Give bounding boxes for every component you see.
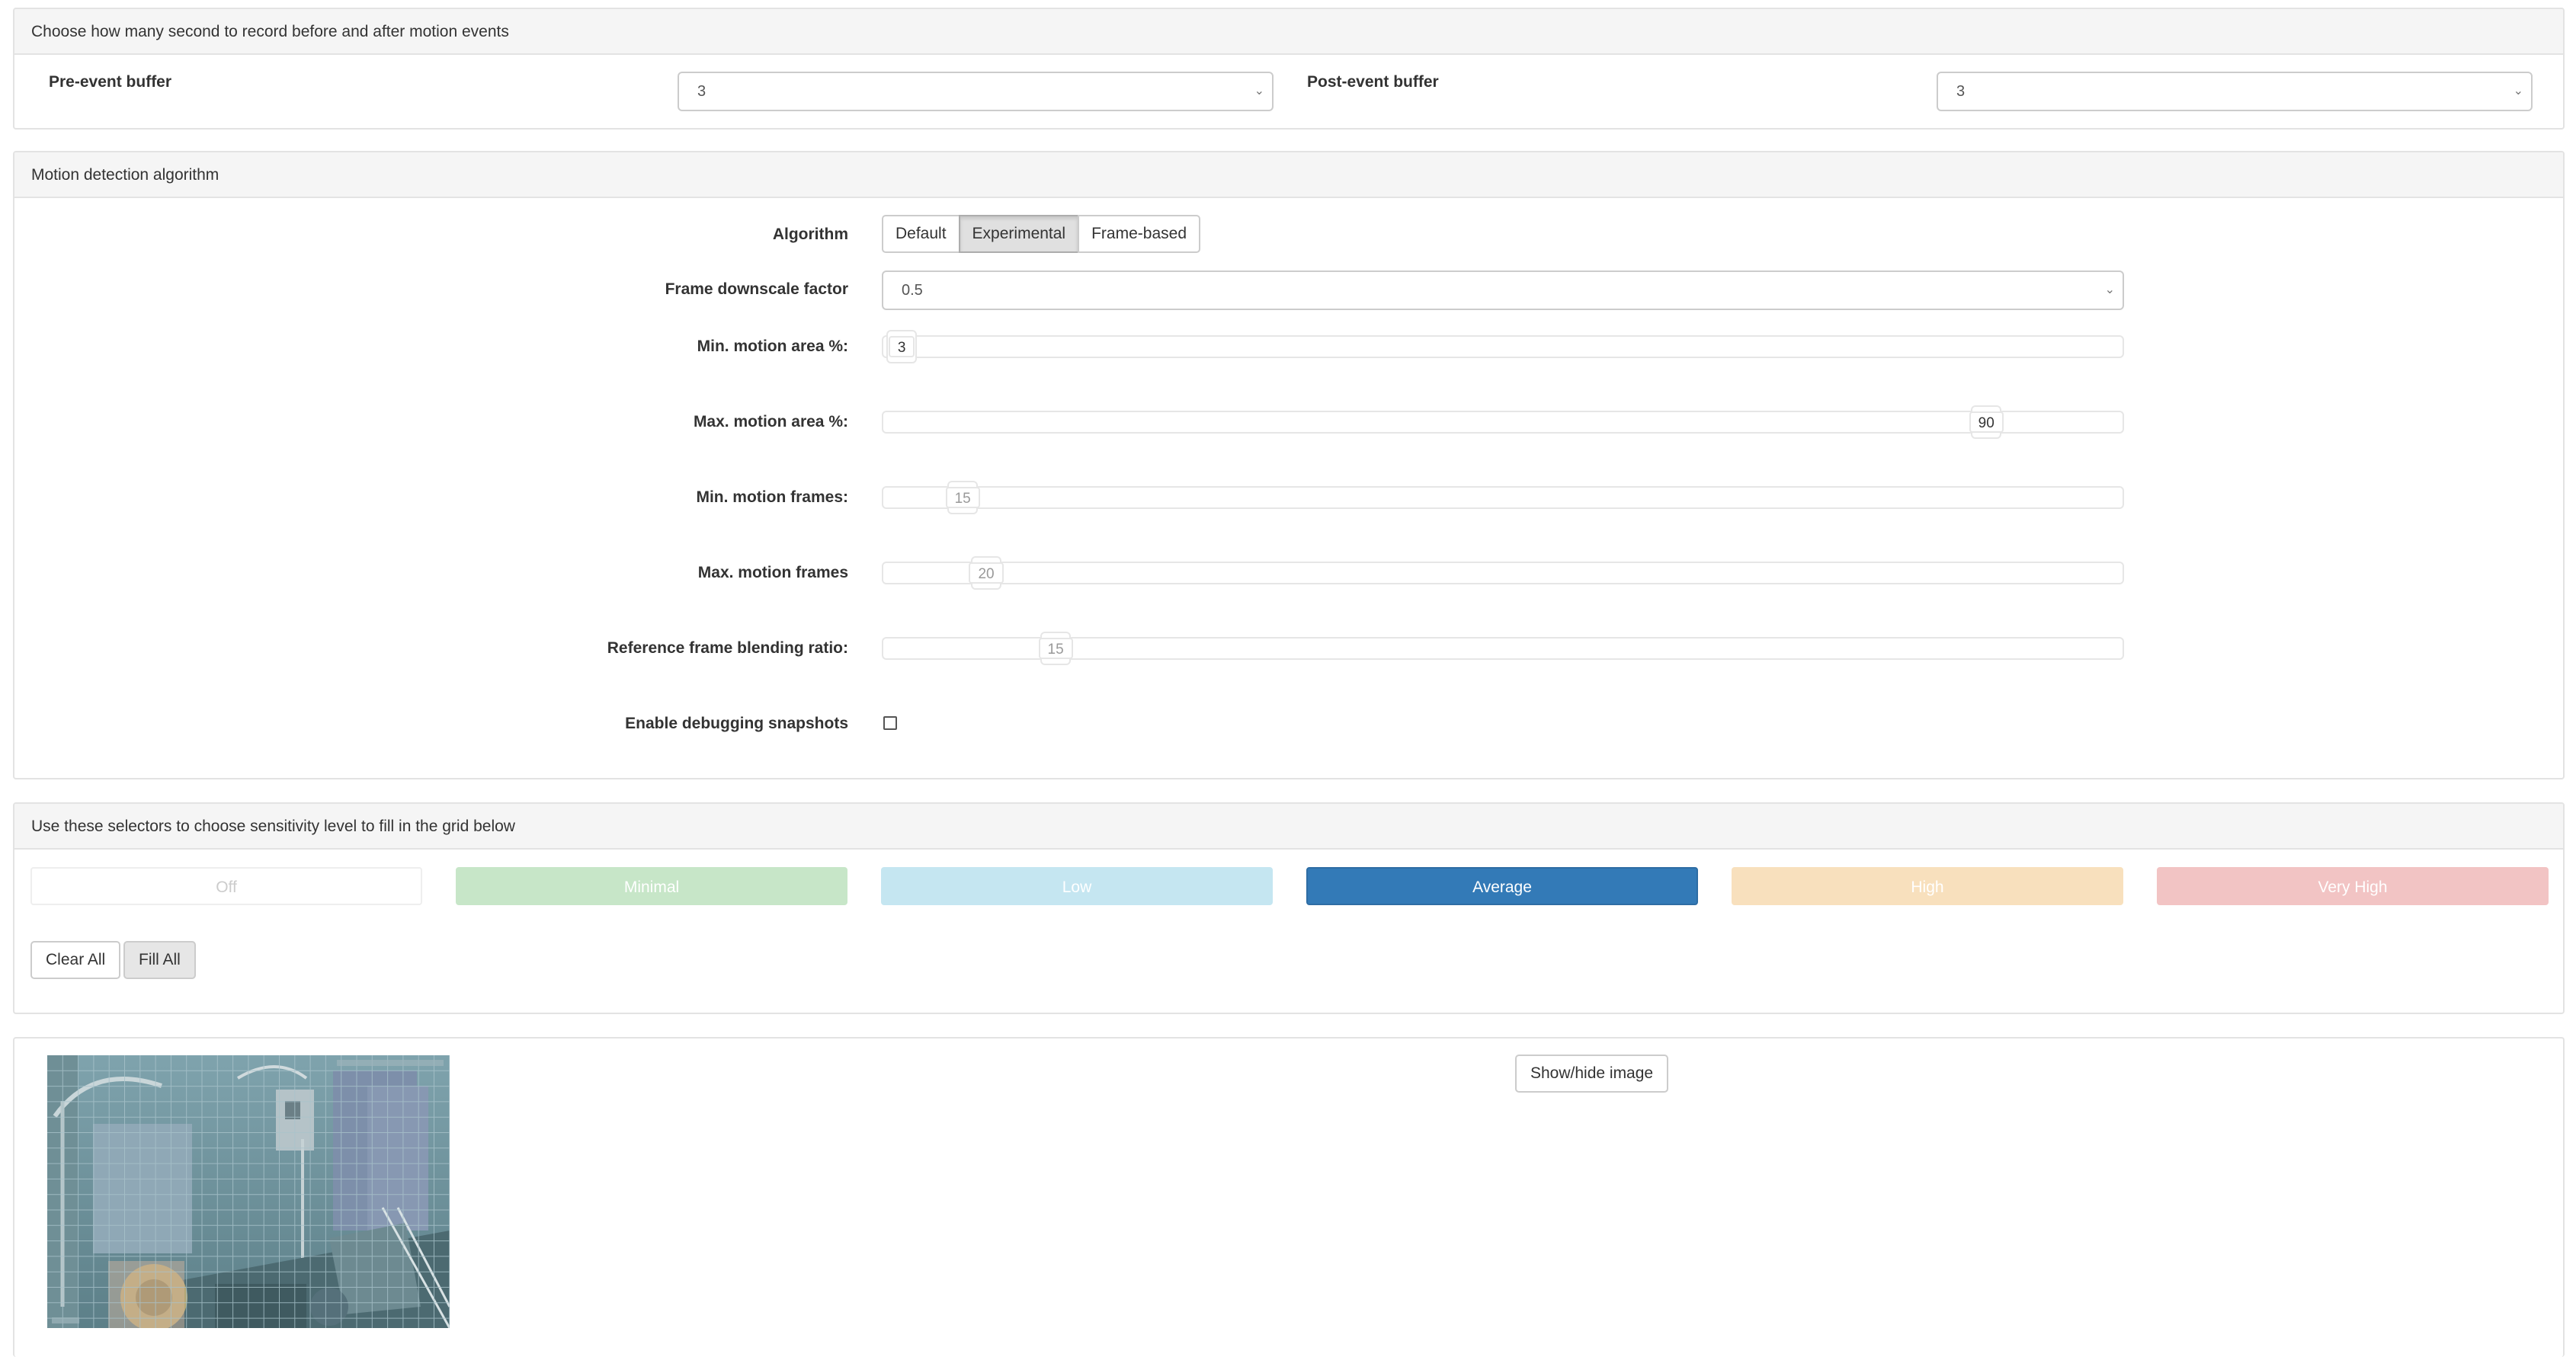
sensitivity-low-button[interactable]: Low (881, 867, 1273, 905)
chevron-down-icon: ⌄ (2513, 85, 2523, 98)
algorithm-label: Algorithm (772, 226, 848, 243)
post-event-buffer-label: Post-event buffer (1307, 73, 1439, 91)
downscale-value: 0.5 (902, 282, 923, 299)
blending-ratio-slider[interactable]: 15 (882, 632, 2124, 665)
max-motion-frames-value: 20 (969, 562, 1004, 584)
pre-event-buffer-value: 3 (697, 83, 706, 100)
algorithm-experimental-button[interactable]: Experimental (958, 215, 1080, 253)
chevron-down-icon: ⌄ (2104, 283, 2115, 296)
min-motion-frames-value: 15 (945, 487, 980, 508)
min-motion-area-slider[interactable]: 3 (882, 330, 2124, 363)
min-motion-area-value: 3 (888, 336, 915, 357)
sensitivity-panel-heading: Use these selectors to choose sensitivit… (14, 804, 2563, 850)
fill-all-button[interactable]: Fill All (123, 941, 196, 979)
camera-preview-image (47, 1055, 450, 1328)
sensitivity-average-button[interactable]: Average (1306, 867, 1698, 905)
sensitivity-minimal-button[interactable]: Minimal (456, 867, 847, 905)
sensitivity-off-button[interactable]: Off (30, 867, 422, 905)
blending-ratio-value: 15 (1038, 638, 1073, 659)
debug-snapshots-checkbox[interactable] (883, 716, 897, 730)
max-motion-area-slider[interactable]: 90 (882, 405, 2124, 439)
motion-panel-heading: Motion detection algorithm (14, 152, 2563, 198)
sensitivity-high-button[interactable]: High (1732, 867, 2123, 905)
clear-all-button[interactable]: Clear All (30, 941, 121, 979)
sensitivity-panel: Use these selectors to choose sensitivit… (13, 802, 2565, 1014)
max-motion-frames-label: Max. motion frames (697, 564, 848, 581)
camera-snapshot-illustration (47, 1055, 450, 1328)
max-motion-area-value: 90 (1969, 411, 2004, 433)
min-motion-area-label: Min. motion area %: (697, 338, 848, 355)
sensitivity-very-high-button[interactable]: Very High (2157, 867, 2549, 905)
pre-event-buffer-label: Pre-event buffer (49, 73, 172, 91)
algorithm-default-button[interactable]: Default (882, 215, 960, 253)
post-event-buffer-value: 3 (1956, 83, 1966, 100)
min-motion-frames-label: Min. motion frames: (696, 488, 848, 506)
max-motion-area-label: Max. motion area %: (693, 413, 848, 430)
min-motion-frames-slider[interactable]: 15 (882, 481, 2124, 514)
buffer-panel-heading: Choose how many second to record before … (14, 9, 2563, 55)
algorithm-button-group: Default Experimental Frame-based (882, 215, 1200, 253)
buffer-panel: Choose how many second to record before … (13, 8, 2565, 130)
chevron-down-icon: ⌄ (1254, 85, 1264, 98)
max-motion-frames-slider[interactable]: 20 (882, 556, 2124, 590)
downscale-select[interactable]: 0.5 ⌄ (882, 270, 2124, 310)
debug-snapshots-label: Enable debugging snapshots (625, 715, 848, 732)
algorithm-frame-based-button[interactable]: Frame-based (1078, 215, 1200, 253)
pre-event-buffer-select[interactable]: 3 ⌄ (678, 72, 1274, 111)
post-event-buffer-select[interactable]: 3 ⌄ (1937, 72, 2533, 111)
blending-ratio-label: Reference frame blending ratio: (607, 639, 848, 657)
downscale-label: Frame downscale factor (665, 280, 848, 298)
show-hide-image-button[interactable]: Show/hide image (1515, 1055, 1669, 1093)
motion-panel: Motion detection algorithm Algorithm Def… (13, 151, 2565, 779)
